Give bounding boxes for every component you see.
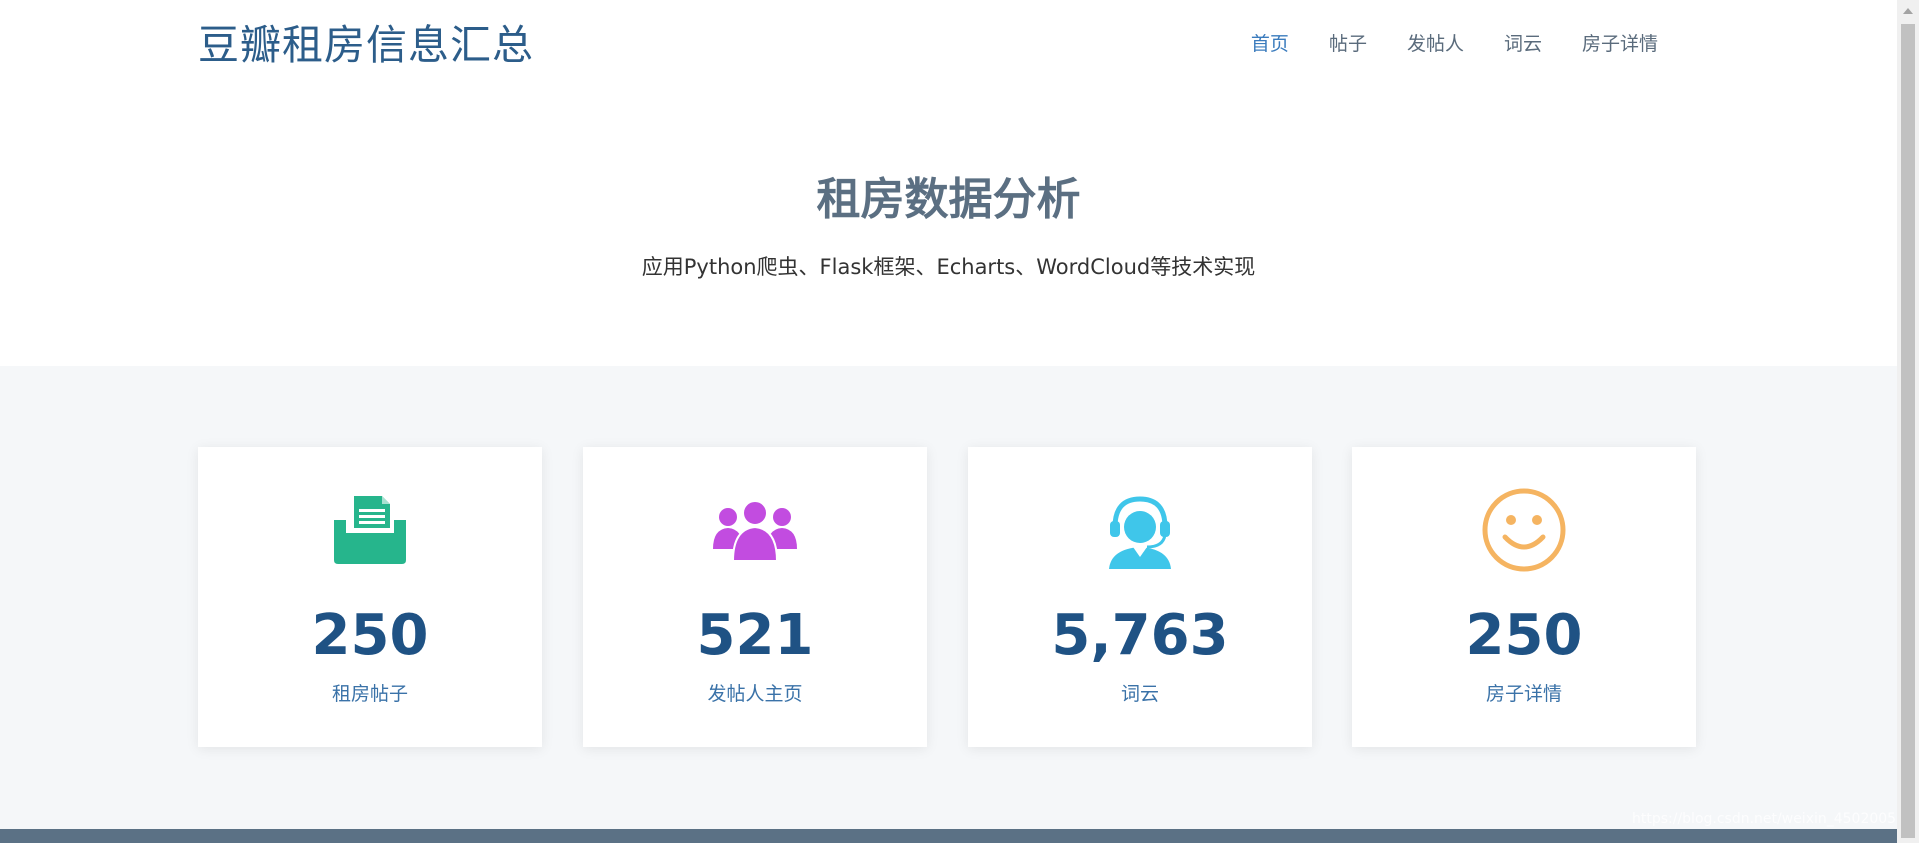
stats-section: 250 租房帖子 521 发帖人主页 5,763 词云 250 房子详情 bbox=[0, 366, 1897, 829]
stat-card-wordcloud[interactable]: 5,763 词云 bbox=[968, 447, 1312, 747]
page: 豆瓣租房信息汇总 首页 帖子 发帖人 词云 房子详情 租房数据分析 应用Pyth… bbox=[0, 0, 1919, 843]
folder-document-icon bbox=[198, 487, 542, 573]
nav-item-house-details[interactable]: 房子详情 bbox=[1562, 28, 1678, 60]
stat-count-posts: 250 bbox=[311, 603, 429, 668]
nav-item-posters[interactable]: 发帖人 bbox=[1387, 28, 1484, 60]
hero-section: 租房数据分析 应用Python爬虫、Flask框架、Echarts、WordCl… bbox=[0, 92, 1897, 366]
scroll-up-arrow-icon[interactable] bbox=[1897, 0, 1919, 22]
site-brand[interactable]: 豆瓣租房信息汇总 bbox=[198, 18, 534, 72]
smiley-face-icon bbox=[1352, 487, 1696, 573]
nav-item-posts[interactable]: 帖子 bbox=[1309, 28, 1387, 60]
hero-title: 租房数据分析 bbox=[816, 174, 1081, 225]
stat-card-house-details[interactable]: 250 房子详情 bbox=[1352, 447, 1696, 747]
watermark: https://blog.csdn.net/weixin_45020055 bbox=[1631, 811, 1905, 827]
stat-count-wordcloud: 5,763 bbox=[1051, 603, 1229, 668]
header: 豆瓣租房信息汇总 首页 帖子 发帖人 词云 房子详情 bbox=[0, 0, 1897, 92]
vertical-scrollbar[interactable] bbox=[1897, 0, 1919, 843]
stat-card-posts[interactable]: 250 租房帖子 bbox=[198, 447, 542, 747]
headset-agent-icon bbox=[968, 487, 1312, 573]
stat-label-posts: 租房帖子 bbox=[331, 683, 408, 705]
stat-count-posters: 521 bbox=[696, 603, 814, 668]
stat-label-house-details: 房子详情 bbox=[1485, 683, 1562, 705]
nav-item-home[interactable]: 首页 bbox=[1231, 28, 1309, 60]
viewport: 豆瓣租房信息汇总 首页 帖子 发帖人 词云 房子详情 租房数据分析 应用Pyth… bbox=[0, 0, 1897, 843]
hero-subtitle: 应用Python爬虫、Flask框架、Echarts、WordCloud等技术实… bbox=[641, 255, 1256, 279]
stat-label-wordcloud: 词云 bbox=[1120, 683, 1159, 705]
stat-label-posters: 发帖人主页 bbox=[707, 683, 803, 705]
footer-bar bbox=[0, 829, 1897, 843]
nav-item-wordcloud[interactable]: 词云 bbox=[1484, 28, 1562, 60]
stat-count-house-details: 250 bbox=[1465, 603, 1583, 668]
scrollbar-thumb[interactable] bbox=[1901, 24, 1915, 838]
main-nav: 首页 帖子 发帖人 词云 房子详情 bbox=[1231, 28, 1678, 60]
stat-card-posters[interactable]: 521 发帖人主页 bbox=[583, 447, 927, 747]
users-group-icon bbox=[583, 487, 927, 573]
